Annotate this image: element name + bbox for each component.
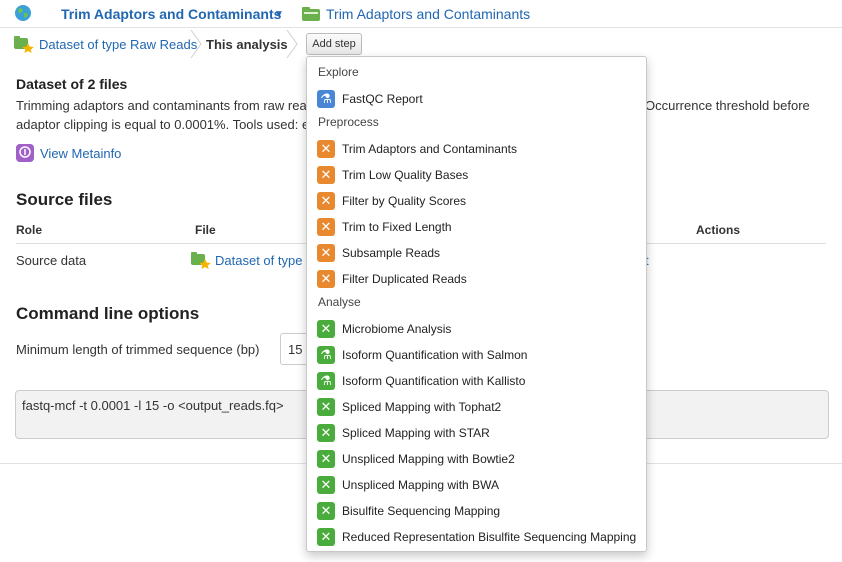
menu-item-fastqc-report[interactable]: ⚗ FastQC Report	[316, 87, 641, 111]
menu-item-label: Filter Duplicated Reads	[342, 272, 467, 286]
column-header-actions: Actions	[696, 223, 741, 237]
menu-item-filter-duplicated-reads[interactable]: ✕ Filter Duplicated Reads	[316, 267, 641, 291]
menu-item-isoform-quantification-with-kallisto[interactable]: ⚗ Isoform Quantification with Kallisto	[316, 369, 641, 393]
dna-icon: ✕	[317, 244, 335, 262]
menu-item-bisulfite-sequencing-mapping[interactable]: ✕ Bisulfite Sequencing Mapping	[316, 499, 641, 523]
source-files-heading: Source files	[16, 190, 113, 209]
description-text: Trimming adaptors and contaminants from …	[16, 98, 307, 113]
column-header-role: Role	[16, 223, 43, 237]
dna-icon: ✕	[317, 218, 335, 236]
dataset-icon	[191, 252, 211, 269]
globe-logo-icon[interactable]	[14, 4, 32, 22]
view-metainfo-link[interactable]: View Metainfo	[40, 146, 121, 161]
menu-item-label: Unspliced Mapping with Bowtie2	[342, 452, 515, 466]
menu-item-unspliced-mapping-with-bowtie2[interactable]: ✕ Unspliced Mapping with Bowtie2	[316, 447, 641, 471]
menu-section-header-explore: Explore	[318, 65, 359, 79]
menu-item-isoform-quantification-with-salmon[interactable]: ⚗ Isoform Quantification with Salmon	[316, 343, 641, 367]
command-preview-text: fastq-mcf -t 0.0001 -l 15 -o <output_rea…	[22, 398, 284, 413]
dna-icon: ✕	[317, 424, 335, 442]
menu-item-spliced-mapping-with-tophat2[interactable]: ✕ Spliced Mapping with Tophat2	[316, 395, 641, 419]
dna-icon: ✕	[317, 140, 335, 158]
microscope-icon: ⚗	[317, 346, 335, 364]
breadcrumb-separator-icon	[286, 30, 298, 58]
project-link[interactable]: Trim Adaptors and Contaminants	[326, 6, 530, 22]
menu-section-header-preprocess: Preprocess	[318, 115, 379, 129]
breadcrumb-current: This analysis	[206, 37, 288, 52]
menu-item-label: Filter by Quality Scores	[342, 194, 467, 208]
description-text-line2: adaptor clipping is equal to 0.0001%. To…	[16, 117, 310, 132]
dna-icon: ✕	[317, 192, 335, 210]
dataset-heading: Dataset of 2 files	[16, 76, 128, 92]
menu-item-microbiome-analysis[interactable]: ✕ Microbiome Analysis	[316, 317, 641, 341]
microscope-icon: ⚗	[317, 372, 335, 390]
menu-item-subsample-reads[interactable]: ✕ Subsample Reads	[316, 241, 641, 265]
menu-item-label: Bisulfite Sequencing Mapping	[342, 504, 501, 518]
menu-item-label: Trim Low Quality Bases	[342, 168, 469, 182]
menu-item-label: Spliced Mapping with Tophat2	[342, 400, 502, 414]
menu-item-label: Isoform Quantification with Salmon	[342, 348, 528, 362]
menu-item-spliced-mapping-with-star[interactable]: ✕ Spliced Mapping with STAR	[316, 421, 641, 445]
dna-icon: ✕	[317, 476, 335, 494]
menu-item-trim-adaptors-and-contaminants[interactable]: ✕ Trim Adaptors and Contaminants	[316, 137, 641, 161]
menu-item-label: Isoform Quantification with Kallisto	[342, 374, 526, 388]
menu-item-unspliced-mapping-with-bwa[interactable]: ✕ Unspliced Mapping with BWA	[316, 473, 641, 497]
dna-icon: ✕	[317, 166, 335, 184]
app-title-dropdown[interactable]: Trim Adaptors and Contaminants	[61, 6, 281, 22]
add-step-button[interactable]: Add step	[306, 33, 362, 55]
menu-item-trim-to-fixed-length[interactable]: ✕ Trim to Fixed Length	[316, 215, 641, 239]
dna-icon: ✕	[317, 502, 335, 520]
menu-item-trim-low-quality-bases[interactable]: ✕ Trim Low Quality Bases	[316, 163, 641, 187]
metainfo-icon[interactable]	[16, 144, 34, 162]
table-cell-file-link[interactable]: Dataset of type	[215, 253, 302, 268]
add-step-dropdown: Explore ⚗ FastQC Report Preprocess ✕ Trim Ada…	[306, 56, 647, 552]
dna-icon: ✕	[317, 398, 335, 416]
dna-icon: ✕	[317, 450, 335, 468]
dna-icon: ✕	[317, 528, 335, 546]
menu-item-filter-by-quality-scores[interactable]: ✕ Filter by Quality Scores	[316, 189, 641, 213]
dataset-icon	[14, 36, 34, 53]
command-line-heading: Command line options	[16, 304, 200, 323]
breadcrumb-dataset-link[interactable]: Dataset of type Raw Reads	[39, 37, 197, 52]
menu-item-label: Microbiome Analysis	[342, 322, 452, 336]
folder-icon	[302, 7, 320, 21]
microscope-icon: ⚗	[317, 90, 335, 108]
table-cell-role: Source data	[16, 253, 87, 268]
menu-item-reduced-representation-bisulfite-sequencing-mapping[interactable]: ✕ Reduced Representation Bisulfite Sequen…	[316, 525, 641, 549]
description-text-right: Occurrence threshold before	[645, 98, 810, 113]
menu-item-label: FastQC Report	[342, 92, 423, 106]
menu-section-header-analyse: Analyse	[318, 295, 361, 309]
menu-item-label: Trim to Fixed Length	[342, 220, 452, 234]
menu-item-label: Unspliced Mapping with BWA	[342, 478, 499, 492]
breadcrumb-separator-icon	[190, 30, 202, 58]
dna-icon: ✕	[317, 320, 335, 338]
min-length-label: Minimum length of trimmed sequence (bp)	[16, 342, 260, 357]
menu-item-label: Spliced Mapping with STAR	[342, 426, 490, 440]
column-header-file: File	[195, 223, 216, 237]
menu-item-label: Reduced Representation Bisulfite Sequenc…	[342, 530, 637, 544]
caret-down-icon[interactable]: ▼	[274, 9, 284, 20]
menu-item-label: Trim Adaptors and Contaminants	[342, 142, 517, 156]
dna-icon: ✕	[317, 270, 335, 288]
menu-item-label: Subsample Reads	[342, 246, 441, 260]
